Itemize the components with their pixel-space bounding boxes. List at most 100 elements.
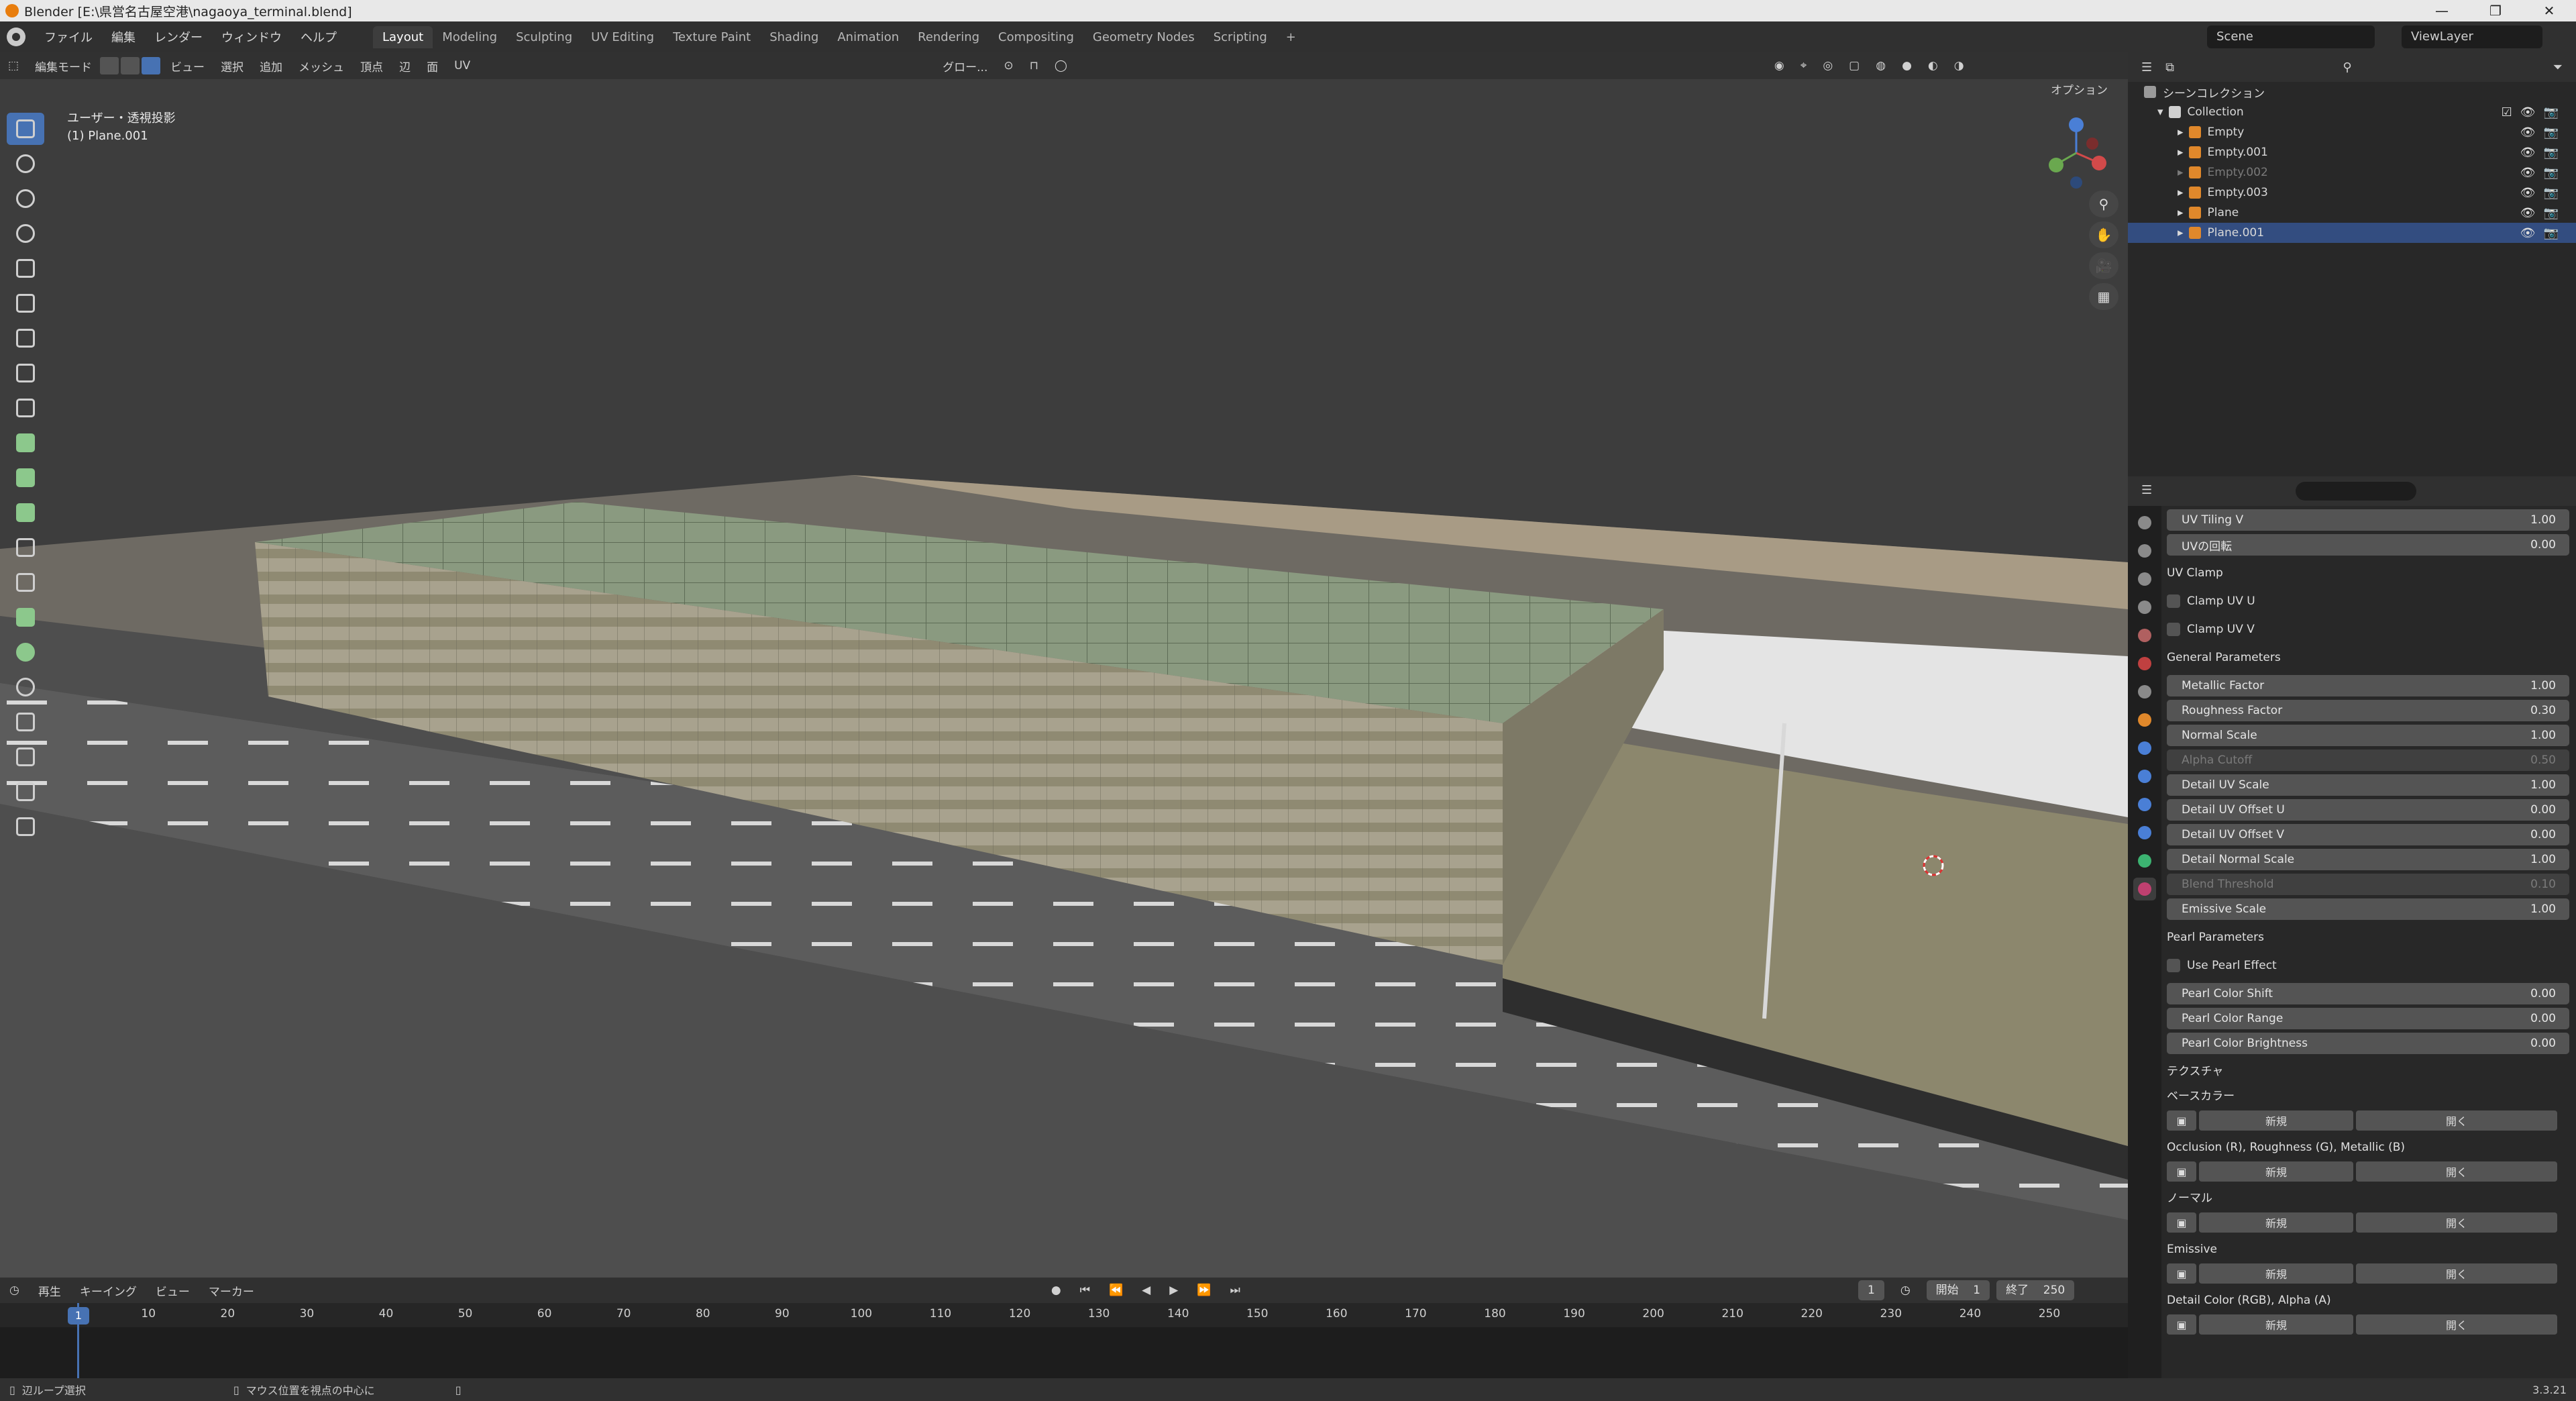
- visibility-icons[interactable]: 👁📷: [2520, 146, 2567, 160]
- property-field[interactable]: Emissive Scale 1.00: [2167, 898, 2569, 920]
- open-image-button[interactable]: 開く: [2356, 1161, 2557, 1182]
- spin-tool[interactable]: [7, 636, 44, 668]
- outliner-item[interactable]: ▸ Empty 👁📷: [2128, 122, 2576, 142]
- record-icon[interactable]: ●: [1042, 1284, 1071, 1297]
- jump-end-icon[interactable]: ⏭: [1221, 1284, 1250, 1297]
- property-field[interactable]: Detail Normal Scale 1.00: [2167, 849, 2569, 870]
- timeline-keyframe-area[interactable]: [0, 1327, 2128, 1378]
- visibility-icons[interactable]: 👁📷: [2520, 166, 2567, 180]
- expand-arrow-icon[interactable]: ▸: [2178, 146, 2184, 159]
- tab-material[interactable]: [2133, 878, 2156, 900]
- scene-selector[interactable]: Scene: [2207, 25, 2375, 48]
- timeline-ruler[interactable]: 1102030405060708090100110120130140150160…: [0, 1303, 2128, 1327]
- maximize-button[interactable]: ❐: [2469, 0, 2522, 21]
- properties-search-input[interactable]: [2296, 482, 2416, 501]
- axis-gizmo-icon[interactable]: [2043, 113, 2110, 193]
- tab-data[interactable]: [2133, 849, 2156, 872]
- shading-wire-icon[interactable]: ◍: [1868, 56, 1894, 75]
- jump-start-icon[interactable]: ⏮: [1071, 1284, 1099, 1297]
- tab-layout[interactable]: Layout: [373, 25, 433, 48]
- menu-playback[interactable]: 再生: [29, 1282, 70, 1299]
- clamp-uv-u-checkbox[interactable]: Clamp UV U: [2167, 587, 2569, 615]
- properties-editor-icon[interactable]: ☰: [2141, 483, 2152, 497]
- outliner-item[interactable]: ▸ Empty.003 👁📷: [2128, 183, 2576, 203]
- property-field[interactable]: Pearl Color Range 0.00: [2167, 1008, 2569, 1029]
- menu-edit[interactable]: 編集: [102, 28, 145, 46]
- tab-texture-paint[interactable]: Texture Paint: [663, 26, 760, 48]
- outliner-editor-icon[interactable]: ☰: [2141, 60, 2152, 74]
- new-image-button[interactable]: 新規: [2199, 1161, 2353, 1182]
- tab-output[interactable]: [2133, 568, 2156, 590]
- preview-range-icon[interactable]: ◷: [1891, 1280, 1920, 1300]
- proportional-edit-icon[interactable]: ◯: [1046, 56, 1075, 75]
- open-image-button[interactable]: 開く: [2356, 1263, 2557, 1284]
- property-field[interactable]: Detail UV Offset U 0.00: [2167, 799, 2569, 821]
- tab-object[interactable]: [2133, 709, 2156, 731]
- menu-add[interactable]: 追加: [252, 55, 290, 77]
- tab-animation[interactable]: Animation: [828, 26, 908, 48]
- open-image-button[interactable]: 開く: [2356, 1314, 2557, 1335]
- playhead-frame-badge[interactable]: 1: [68, 1307, 89, 1325]
- tab-uv-editing[interactable]: UV Editing: [582, 26, 663, 48]
- menu-render[interactable]: レンダー: [145, 28, 212, 46]
- collapse-arrow-icon[interactable]: ▾: [2157, 105, 2163, 119]
- menu-timeline-view[interactable]: ビュー: [146, 1282, 199, 1299]
- poly-build-tool[interactable]: [7, 601, 44, 633]
- image-browse-icon[interactable]: ▣: [2167, 1212, 2196, 1233]
- clamp-uv-v-checkbox[interactable]: Clamp UV V: [2167, 615, 2569, 643]
- add-workspace-icon[interactable]: +: [1277, 26, 1305, 48]
- frame-end-input[interactable]: 終了 250: [1996, 1280, 2075, 1300]
- tab-geometry-nodes[interactable]: Geometry Nodes: [1083, 26, 1204, 48]
- outliner-item[interactable]: ▸ Plane.001 👁📷: [2128, 223, 2576, 243]
- property-field[interactable]: UVの回転 0.00: [2167, 534, 2569, 556]
- new-image-button[interactable]: 新規: [2199, 1110, 2353, 1131]
- new-image-button[interactable]: 新規: [2199, 1263, 2353, 1284]
- expand-arrow-icon[interactable]: ▸: [2178, 125, 2184, 139]
- tab-constraints[interactable]: [2133, 821, 2156, 844]
- move-tool[interactable]: [7, 183, 44, 215]
- 3d-viewport[interactable]: ⬚ 編集モード ビュー 選択 追加 メッシュ 頂点 辺 面 UV グロー... …: [0, 52, 2128, 1278]
- options-dropdown[interactable]: オプション: [2051, 81, 2108, 97]
- overlay-toggle-icon[interactable]: ◎: [1815, 56, 1841, 75]
- editor-type-icon[interactable]: ⬚: [0, 56, 27, 75]
- face-select-button[interactable]: [142, 57, 161, 74]
- menu-keying[interactable]: キーイング: [70, 1282, 146, 1299]
- menu-window[interactable]: ウィンドウ: [212, 28, 291, 46]
- xray-toggle-icon[interactable]: ▢: [1841, 56, 1868, 75]
- tab-rendering[interactable]: Rendering: [908, 26, 989, 48]
- play-reverse-icon[interactable]: ◀: [1132, 1284, 1160, 1297]
- tab-tool[interactable]: [2133, 511, 2156, 534]
- timeline-editor-icon[interactable]: ◷: [0, 1284, 29, 1297]
- property-field[interactable]: Alpha Cutoff 0.50: [2167, 749, 2569, 771]
- menu-select[interactable]: 選択: [213, 55, 252, 77]
- outliner-collection[interactable]: ▾ Collection ☑👁📷: [2128, 102, 2576, 122]
- image-browse-icon[interactable]: ▣: [2167, 1314, 2196, 1335]
- menu-mesh[interactable]: メッシュ: [290, 55, 352, 77]
- use-pearl-effect-checkbox[interactable]: Use Pearl Effect: [2167, 951, 2569, 980]
- visibility-icons[interactable]: 👁📷: [2520, 226, 2567, 240]
- tab-physics[interactable]: [2133, 793, 2156, 816]
- shading-solid-icon[interactable]: ●: [1894, 56, 1920, 75]
- knife-tool[interactable]: [7, 566, 44, 599]
- close-button[interactable]: ✕: [2522, 0, 2576, 21]
- smooth-tool[interactable]: [7, 671, 44, 703]
- add-cube-tool[interactable]: [7, 392, 44, 424]
- camera-view-icon[interactable]: 🎥: [2089, 252, 2118, 279]
- property-field[interactable]: Detail UV Scale 1.00: [2167, 774, 2569, 796]
- shrink-fatten-tool[interactable]: [7, 741, 44, 773]
- zoom-icon[interactable]: ⚲: [2089, 191, 2118, 217]
- minimize-button[interactable]: —: [2415, 0, 2469, 21]
- visibility-icons[interactable]: 👁📷: [2520, 186, 2567, 200]
- collection-visibility-icons[interactable]: ☑👁📷: [2502, 105, 2567, 119]
- tab-world[interactable]: [2133, 652, 2156, 675]
- vertex-select-button[interactable]: [100, 57, 119, 74]
- select-box-tool[interactable]: [7, 113, 44, 145]
- inset-tool[interactable]: [7, 462, 44, 494]
- edge-slide-tool[interactable]: [7, 706, 44, 738]
- expand-arrow-icon[interactable]: ▸: [2178, 186, 2184, 199]
- menu-vertex[interactable]: 頂点: [352, 55, 391, 77]
- tab-collection[interactable]: [2133, 680, 2156, 703]
- property-field[interactable]: Blend Threshold 0.10: [2167, 874, 2569, 895]
- gizmo-toggle-icon[interactable]: ⌖: [1792, 56, 1815, 75]
- menu-help[interactable]: ヘルプ: [291, 28, 346, 46]
